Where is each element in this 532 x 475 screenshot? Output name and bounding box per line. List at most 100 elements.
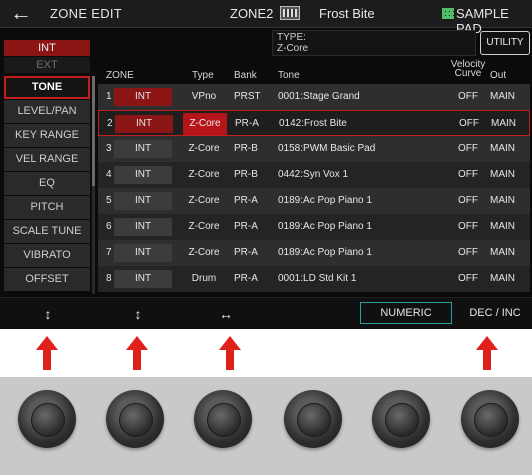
out-cell[interactable]: MAIN	[490, 136, 515, 162]
zone-source-cell[interactable]: INT	[114, 166, 172, 184]
table-row[interactable]: 4 INT Z-Core PR-B 0442:Syn Vox 1 OFF MAI…	[98, 162, 530, 188]
menu-scrollbar[interactable]	[92, 76, 95, 294]
knob-4[interactable]	[284, 390, 342, 448]
tone-cell[interactable]: 0189:Ac Pop Piano 1	[278, 214, 372, 240]
ext-source-button[interactable]: EXT	[4, 57, 90, 73]
table-row[interactable]: 6 INT Z-Core PR-A 0189:Ac Pop Piano 1 OF…	[98, 214, 530, 240]
header-tone: Tone	[278, 70, 300, 81]
tone-cell[interactable]: 0001:Stage Grand	[278, 84, 360, 110]
tone-cell[interactable]: 0001:LD Std Kit 1	[278, 266, 356, 292]
menu-item-pitch[interactable]: PITCH	[4, 196, 90, 219]
edit-menu: TONE LEVEL/PAN KEY RANGE VEL RANGE EQ PI…	[4, 76, 90, 292]
table-row[interactable]: 3 INT Z-Core PR-B 0158:PWM Basic Pad OFF…	[98, 136, 530, 162]
red-up-arrow-icon	[36, 336, 58, 370]
patch-name: Frost Bite	[319, 6, 375, 21]
bank-cell[interactable]: PR-A	[234, 266, 258, 292]
header-velocity-curve: Velocity Curve	[450, 59, 486, 79]
type-cell[interactable]: Z-Core	[182, 214, 226, 240]
out-cell[interactable]: MAIN	[490, 188, 515, 214]
out-cell[interactable]: MAIN	[490, 240, 515, 266]
out-cell[interactable]: MAIN	[490, 214, 515, 240]
table-row[interactable]: 5 INT Z-Core PR-A 0189:Ac Pop Piano 1 OF…	[98, 188, 530, 214]
type-cell[interactable]: Z-Core	[182, 136, 226, 162]
bank-cell[interactable]: PR-B	[234, 136, 258, 162]
row-number: 7	[106, 247, 112, 258]
tone-cell[interactable]: 0189:Ac Pop Piano 1	[278, 240, 372, 266]
knob3-function: ↔	[196, 298, 256, 329]
menu-item-tone[interactable]: TONE	[4, 76, 90, 99]
knob-1[interactable]	[18, 390, 76, 448]
knob-5[interactable]	[372, 390, 430, 448]
row-number: 3	[106, 143, 112, 154]
menu-item-vibrato[interactable]: VIBRATO	[4, 244, 90, 267]
type-label: TYPE:	[277, 32, 306, 43]
back-button[interactable]: ←	[4, 2, 38, 26]
knob-panel	[0, 377, 532, 475]
velocity-curve-cell[interactable]: OFF	[447, 111, 491, 137]
menu-item-level-pan[interactable]: LEVEL/PAN	[4, 100, 90, 123]
red-up-arrow-icon	[476, 336, 498, 370]
out-cell[interactable]: MAIN	[490, 162, 515, 188]
out-cell[interactable]: MAIN	[490, 84, 515, 110]
zone-source-cell[interactable]: INT	[114, 192, 172, 210]
vertical-arrows-icon: ↕	[134, 306, 142, 322]
out-cell[interactable]: MAIN	[490, 266, 515, 292]
zone-source-cell[interactable]: INT	[114, 140, 172, 158]
tone-cell[interactable]: 0158:PWM Basic Pad	[278, 136, 375, 162]
bank-cell[interactable]: PRST	[234, 84, 261, 110]
bank-cell[interactable]: PR-A	[234, 240, 258, 266]
row-number: 6	[106, 221, 112, 232]
velocity-curve-cell[interactable]: OFF	[446, 84, 490, 110]
row-number: 2	[107, 118, 113, 129]
zone-source-cell[interactable]: INT	[114, 218, 172, 236]
bank-cell[interactable]: PR-A	[235, 111, 259, 137]
type-cell[interactable]: Z-Core	[182, 240, 226, 266]
page-title: ZONE EDIT	[50, 6, 123, 21]
velocity-curve-cell[interactable]: OFF	[446, 266, 490, 292]
tone-cell[interactable]: 0189:Ac Pop Piano 1	[278, 188, 372, 214]
out-cell[interactable]: MAIN	[491, 111, 516, 137]
knob2-function: ↕	[108, 298, 168, 329]
zone-source-cell[interactable]: INT	[114, 244, 172, 262]
zone-source-cell[interactable]: INT	[114, 88, 172, 106]
menu-scrollbar-thumb[interactable]	[92, 76, 95, 186]
tone-cell[interactable]: 0142:Frost Bite	[279, 111, 347, 137]
tone-cell[interactable]: 0442:Syn Vox 1	[278, 162, 348, 188]
table-row-selected[interactable]: 2 INT Z-Core PR-A 0142:Frost Bite OFF MA…	[98, 110, 530, 136]
velocity-curve-cell[interactable]: OFF	[446, 188, 490, 214]
numeric-button[interactable]: NUMERIC	[360, 302, 452, 324]
type-cell[interactable]: Z-Core	[182, 162, 226, 188]
table-row[interactable]: 7 INT Z-Core PR-A 0189:Ac Pop Piano 1 OF…	[98, 240, 530, 266]
type-cell[interactable]: Drum	[182, 266, 226, 292]
table-row[interactable]: 8 INT Drum PR-A 0001:LD Std Kit 1 OFF MA…	[98, 266, 530, 292]
header-type: Type	[192, 70, 214, 81]
int-source-button[interactable]: INT	[4, 40, 90, 56]
knob-3[interactable]	[194, 390, 252, 448]
bank-cell[interactable]: PR-A	[234, 214, 258, 240]
velocity-curve-cell[interactable]: OFF	[446, 240, 490, 266]
type-cell[interactable]: Z-Core	[182, 188, 226, 214]
red-up-arrow-icon	[126, 336, 148, 370]
menu-item-offset[interactable]: OFFSET	[4, 268, 90, 291]
velocity-curve-cell[interactable]: OFF	[446, 214, 490, 240]
zone-source-cell[interactable]: INT	[114, 270, 172, 288]
velocity-curve-cell[interactable]: OFF	[446, 162, 490, 188]
menu-item-scale-tune[interactable]: SCALE TUNE	[4, 220, 90, 243]
vertical-arrows-icon: ↕	[44, 306, 52, 322]
utility-button[interactable]: UTILITY	[480, 31, 530, 55]
menu-item-eq[interactable]: EQ	[4, 172, 90, 195]
zone-source-cell[interactable]: INT	[115, 115, 173, 133]
type-cell[interactable]: Z-Core	[183, 113, 227, 135]
type-cell[interactable]: VPno	[182, 84, 226, 110]
velocity-curve-cell[interactable]: OFF	[446, 136, 490, 162]
menu-item-key-range[interactable]: KEY RANGE	[4, 124, 90, 147]
horizontal-arrows-icon: ↔	[219, 306, 233, 322]
table-row[interactable]: 1 INT VPno PRST 0001:Stage Grand OFF MAI…	[98, 84, 530, 110]
menu-item-vel-range[interactable]: VEL RANGE	[4, 148, 90, 171]
type-value: Z-Core	[277, 43, 309, 54]
row-number: 8	[106, 273, 112, 284]
bank-cell[interactable]: PR-B	[234, 162, 258, 188]
bank-cell[interactable]: PR-A	[234, 188, 258, 214]
knob-6[interactable]	[461, 390, 519, 448]
knob-2[interactable]	[106, 390, 164, 448]
